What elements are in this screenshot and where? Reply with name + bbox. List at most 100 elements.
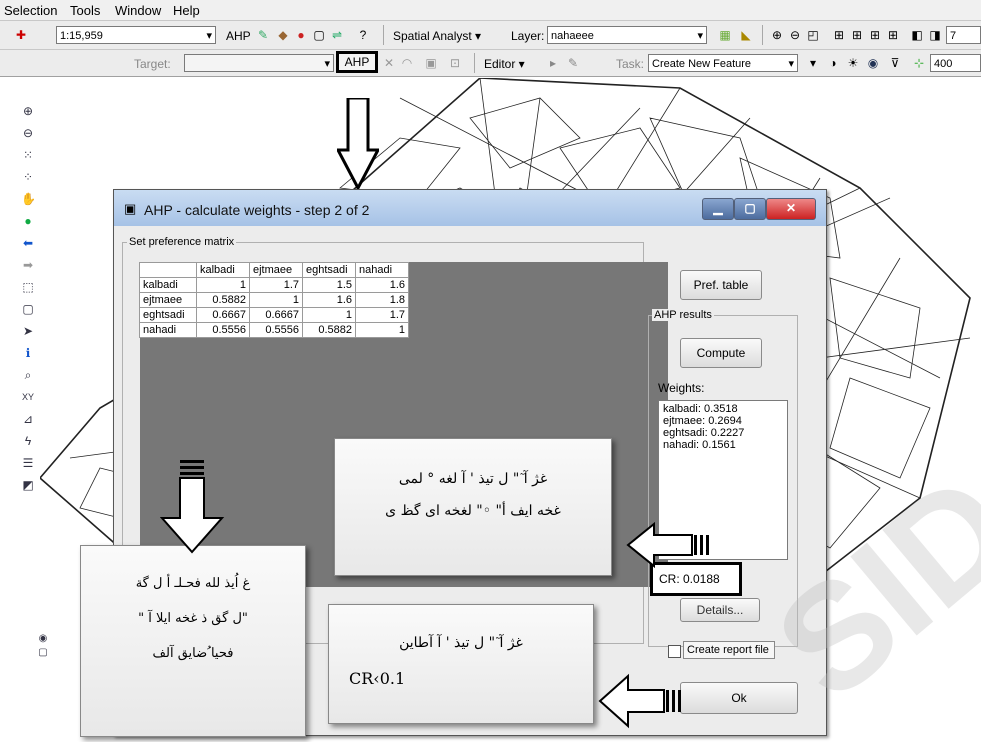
header-cell: ejtmaee [249, 262, 303, 278]
close-icon[interactable]: ✕ [766, 198, 816, 220]
dropdown-icon[interactable]: ▾ [806, 56, 820, 70]
measure-icon[interactable]: ⊿ [21, 412, 35, 426]
matrix-cell[interactable]: 1 [249, 292, 303, 308]
weight-line: eghtsadi: 0.2227 [663, 427, 745, 439]
zoom-out-fixed-icon[interactable]: ⊖ [788, 28, 802, 42]
create-report-checkbox[interactable] [668, 645, 681, 658]
edit-tool-arrow-icon[interactable]: ▸ [546, 56, 560, 70]
model-builder-icon[interactable]: ⇌ [330, 28, 344, 42]
hyperlink-icon[interactable]: ϟ [21, 434, 35, 448]
matrix-cell[interactable]: 1 [355, 322, 409, 338]
create-report-label[interactable]: Create report file [683, 641, 775, 659]
map-scale-field[interactable]: 1:15,959 ▾ [56, 26, 216, 44]
select-elements-icon[interactable]: ➤ [21, 324, 35, 338]
app-icon: ▣ [124, 201, 137, 216]
ahp-toolbar-label[interactable]: AHP [226, 29, 251, 43]
clear-selection-icon[interactable]: ▢ [21, 302, 35, 316]
right-field[interactable]: 7 [946, 26, 981, 44]
matrix-cell[interactable]: 0.5556 [249, 322, 303, 338]
editor-menu[interactable]: Editor ▾ [484, 57, 525, 71]
forward-extent-icon[interactable]: ➡ [21, 258, 35, 272]
table-header-row: kalbadi ejtmaee eghtsadi nahadi [139, 262, 409, 278]
layer-properties-icon[interactable]: ◣ [739, 28, 753, 42]
spatial-analyst-menu[interactable]: Spatial Analyst ▾ [393, 29, 481, 43]
sketch-tool-icon[interactable]: ✎ [566, 56, 580, 70]
whats-this-icon[interactable]: ? [356, 28, 370, 42]
matrix-cell[interactable]: 1.5 [302, 277, 356, 293]
brightness-icon[interactable]: ☀ [846, 56, 860, 70]
menu-tools[interactable]: Tools [70, 3, 100, 18]
back-icon[interactable]: ◧ [910, 28, 924, 42]
zoom-in-icon[interactable]: ⊕ [21, 104, 35, 118]
globe-icon[interactable]: ◉ [866, 56, 880, 70]
maximize-icon[interactable]: ▢ [734, 198, 766, 220]
matrix-cell[interactable]: 0.5882 [196, 292, 250, 308]
options-icon[interactable]: ⊽ [888, 56, 902, 70]
forward-icon[interactable]: ◨ [928, 28, 942, 42]
full-extent-icon[interactable]: ● [21, 214, 35, 228]
grid-icon-2[interactable]: ⊞ [850, 28, 864, 42]
attributes-icon[interactable]: ▣ [424, 56, 438, 70]
window-icon[interactable]: ▢ [312, 28, 326, 42]
matrix-cell[interactable]: 1.6 [355, 277, 409, 293]
weight-line: ejtmaee: 0.2694 [663, 415, 742, 427]
pan-icon[interactable]: ✋ [21, 192, 36, 206]
zoom-in-fixed-icon[interactable]: ⊕ [770, 28, 784, 42]
matrix-cell[interactable]: 0.5556 [196, 322, 250, 338]
back-extent-icon[interactable]: ⬅ [21, 236, 35, 250]
command-line-icon[interactable]: ● [294, 28, 308, 42]
sketch-icon[interactable]: ✕ [382, 56, 396, 70]
task-dropdown[interactable]: Create New Feature ▾ [648, 54, 798, 72]
grid-icon-4[interactable]: ⊞ [886, 28, 900, 42]
annotation-box-cr: غژ آ ٓ" ل تیذ ' آ آطاین CR‹0.1 [328, 604, 594, 724]
histogram-icon[interactable]: ▦ [718, 28, 732, 42]
annotation-box-matrix: غ اُیذ لله فحـلـ أ ل گة " ل گق ذ غخه ایل… [80, 545, 306, 737]
view-toggle-icon[interactable]: ◉ ▢ [36, 632, 50, 658]
edit-tool-icon[interactable]: ✎ [256, 28, 270, 42]
matrix-cell[interactable]: 0.6667 [249, 307, 303, 323]
zoom-out-icon[interactable]: ⊖ [21, 126, 35, 140]
matrix-cell[interactable]: 0.6667 [196, 307, 250, 323]
ok-button[interactable]: Ok [680, 682, 798, 714]
matrix-cell[interactable]: 1 [196, 277, 250, 293]
time-slider-icon[interactable]: ◩ [21, 478, 35, 492]
matrix-cell[interactable]: 0.5882 [302, 322, 356, 338]
grid-icon-3[interactable]: ⊞ [868, 28, 882, 42]
layer-dropdown[interactable]: nahaeee ▾ [547, 26, 707, 44]
select-features-icon[interactable]: ⬚ [21, 280, 35, 294]
menu-window[interactable]: Window [115, 3, 161, 18]
matrix-cell[interactable]: 1.7 [249, 277, 303, 293]
menu-selection[interactable]: Selection [4, 3, 57, 18]
identify-icon[interactable]: ℹ [21, 346, 35, 360]
dialog-titlebar[interactable]: ▣ AHP - calculate weights - step 2 of 2 … [114, 190, 826, 226]
target-dropdown[interactable]: ▾ [184, 54, 334, 72]
matrix-cell[interactable]: 1.6 [302, 292, 356, 308]
matrix-cell[interactable]: 1.8 [355, 292, 409, 308]
compute-button[interactable]: Compute [680, 338, 762, 368]
contrast-icon[interactable]: ◑ [826, 56, 840, 70]
down-arrow-matrix [160, 460, 225, 554]
add-data-icon[interactable]: ✚ [14, 28, 28, 42]
go-to-xy-icon[interactable]: XY [21, 390, 35, 404]
sketch-props-icon[interactable]: ⊡ [448, 56, 462, 70]
find-icon[interactable]: ⌕ [21, 368, 35, 382]
matrix-cell[interactable]: 1.7 [355, 307, 409, 323]
pref-table-button[interactable]: Pref. table [680, 270, 762, 300]
minimize-icon[interactable]: ▁ [702, 198, 734, 220]
menu-help[interactable]: Help [173, 3, 200, 18]
matrix-cell[interactable]: 1 [302, 307, 356, 323]
html-popup-icon[interactable]: ☰ [21, 456, 35, 470]
header-cell: eghtsadi [302, 262, 356, 278]
preference-matrix-table[interactable]: kalbadi ejtmaee eghtsadi nahadi kalbadi … [139, 262, 409, 338]
fixed-zoom-in-icon[interactable]: ⁙ [21, 148, 35, 162]
right-value-field[interactable]: 400 [930, 54, 981, 72]
grid-icon-1[interactable]: ⊞ [832, 28, 846, 42]
fixed-zoom-out-icon[interactable]: ⁘ [21, 170, 35, 184]
dialog-title: AHP - calculate weights - step 2 of 2 [144, 202, 370, 218]
select-icon[interactable]: ◰ [806, 28, 820, 42]
arc-icon[interactable]: ◠ [400, 56, 414, 70]
georef-icon[interactable]: ⊹ [912, 56, 926, 70]
arctoolbox-icon[interactable]: ◆ [276, 28, 290, 42]
ahp-button[interactable]: AHP [336, 51, 378, 73]
layer-label: Layer: [511, 29, 545, 43]
